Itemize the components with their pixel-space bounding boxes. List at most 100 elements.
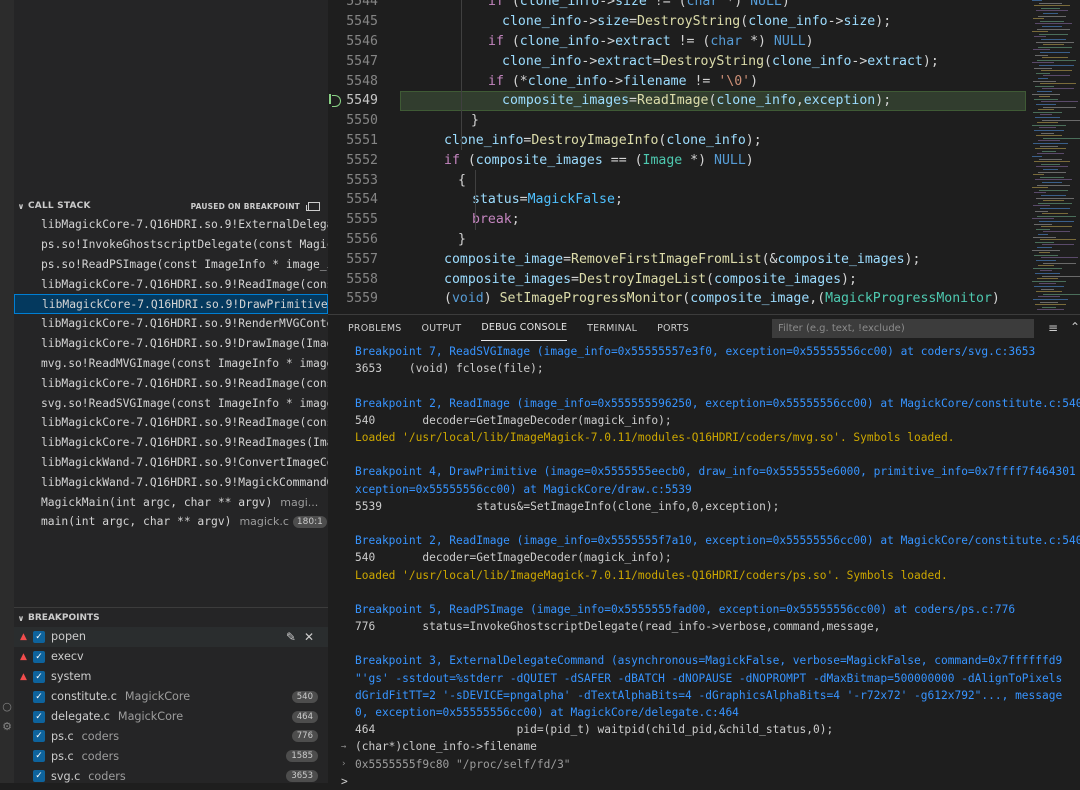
code-line: 5555 break; <box>328 210 1080 230</box>
close-icon[interactable]: ✕ <box>304 630 314 644</box>
breakpoint-item[interactable]: ✓ svg.c coders 3653 <box>14 766 328 786</box>
minimap-line <box>1032 124 1066 126</box>
minimap-line <box>1042 26 1062 27</box>
edit-pencil-icon[interactable]: ✎ <box>286 630 296 644</box>
gear-icon[interactable]: ⚙ <box>0 720 14 740</box>
code-editor[interactable]: 5544 if (clone_info->size != (char *) NUL… <box>328 0 1080 314</box>
console-line: Breakpoint 3, ExternalDelegateCommand (a… <box>355 654 1063 668</box>
breakpoint-checkbox[interactable]: ✓ <box>33 650 45 663</box>
code-line: 5554 status=MagickFalse; <box>328 190 1080 210</box>
console-line: Breakpoint 2, ReadImage (image_info=0x55… <box>355 396 1080 410</box>
tab-output[interactable]: OUTPUT <box>421 315 461 341</box>
breakpoint-item[interactable]: ✓ delegate.c MagickCore 464 <box>14 707 328 727</box>
minimap-line <box>1043 262 1076 264</box>
minimap-line <box>1037 122 1058 124</box>
minimap-line <box>1033 299 1068 300</box>
collapse-all-icon[interactable] <box>306 201 320 211</box>
minimap-line <box>1032 156 1042 157</box>
breakpoint-item[interactable]: ✓ constitute.c MagickCore 540 <box>14 687 328 707</box>
minimap-line <box>1037 247 1052 248</box>
minimap-line <box>1034 98 1058 100</box>
minimap-line <box>1038 265 1054 267</box>
callstack-frame[interactable]: libMagickCore-7.Q16HDRI.so.9!ReadImage(c… <box>14 413 328 433</box>
breakpoint-checkbox[interactable]: ✓ <box>33 630 45 643</box>
breakpoint-item[interactable]: ▲ ✓ system <box>14 667 328 687</box>
breakpoint-item[interactable]: ▲ ✓ popen ✎ ✕ <box>14 627 328 647</box>
callstack-frame[interactable]: svg.so!ReadSVGImage(const ImageInfo * im… <box>14 393 328 413</box>
breakpoint-checkbox[interactable]: ✓ <box>33 770 45 783</box>
tab-debug-console[interactable]: DEBUG CONSOLE <box>481 315 568 341</box>
callstack-frame[interactable]: libMagickCore-7.Q16HDRI.so.9!ReadImages(… <box>14 433 328 453</box>
line-number: 5552 <box>346 152 378 168</box>
breakpoint-checkbox[interactable]: ✓ <box>33 710 45 723</box>
callstack-frame[interactable]: ps.so!InvokeGhostscriptDelegate(const Ma… <box>14 235 328 255</box>
minimap-line <box>1041 288 1054 290</box>
console-line: 5539 status&=SetImageInfo(clone_info,0,e… <box>355 499 780 513</box>
callstack-frame[interactable]: MagickMain(int argc, char ** argv) magi..… <box>14 492 328 512</box>
callstack-frame[interactable]: libMagickWand-7.Q16HDRI.so.9!ConvertImag… <box>14 453 328 473</box>
code-line: 5547 clone_info->extract=DestroyString(cl… <box>328 51 1080 71</box>
breakpoint-checkbox[interactable]: ✓ <box>33 730 45 743</box>
breakpoint-line-badge: 1585 <box>286 750 318 763</box>
line-number: 5553 <box>346 172 378 188</box>
frame-function: libMagickCore-7.Q16HDRI.so.9!ReadImages(… <box>41 436 328 450</box>
console-line: Breakpoint 2, ReadImage (image_info=0x55… <box>355 534 1080 548</box>
minimap-line <box>1037 215 1076 217</box>
callstack-frame[interactable]: main(int argc, char ** argv) magick.c 180:… <box>14 512 328 532</box>
breakpoint-path: MagickCore <box>124 690 191 704</box>
callstack-header[interactable]: ∨ CALL STACK PAUSED ON BREAKPOINT <box>14 197 328 215</box>
minimap-line <box>1043 293 1080 295</box>
minimap[interactable] <box>1030 0 1080 314</box>
minimap-line <box>1039 252 1050 254</box>
circle-icon[interactable]: ○ <box>0 700 14 720</box>
breakpoint-item[interactable]: ✓ ps.c coders 776 <box>14 726 328 746</box>
console-prompt[interactable]: > <box>328 773 1080 790</box>
chevron-up-icon[interactable]: ⌃ <box>1070 320 1080 334</box>
line-number: 5548 <box>346 73 378 89</box>
tab-problems[interactable]: PROBLEMS <box>348 315 401 341</box>
debug-console-output[interactable]: Breakpoint 7, ReadSVGImage (image_info=0… <box>328 343 1080 790</box>
frame-function: main(int argc, char ** argv) <box>41 515 232 529</box>
breakpoint-item[interactable]: ✓ ps.c coders 1585 <box>14 746 328 766</box>
callstack-frame[interactable]: libMagickWand-7.Q16HDRI.so.9!MagickComma… <box>14 472 328 492</box>
minimap-line <box>1040 114 1052 116</box>
breakpoints-header[interactable]: ∨ BREAKPOINTS <box>14 609 328 627</box>
breakpoint-line-badge: 3653 <box>286 770 318 783</box>
line-number: 5556 <box>346 231 378 247</box>
console-line: 464 pid=(pid_t) waitpid(child_pid,&child… <box>355 723 834 737</box>
breakpoint-name: execv <box>51 650 84 664</box>
minimap-line <box>1034 223 1052 225</box>
console-line: 540 decoder=GetImageDecoder(magick_info)… <box>355 413 672 427</box>
callstack-frame[interactable]: mvg.so!ReadMVGImage(const ImageInfo * im… <box>14 354 328 374</box>
frame-file: magick.c <box>239 515 289 529</box>
console-line: 540 decoder=GetImageDecoder(magick_info)… <box>355 551 672 565</box>
minimap-line <box>1042 150 1056 152</box>
tab-terminal[interactable]: TERMINAL <box>587 315 637 341</box>
callstack-frame[interactable]: libMagickCore-7.Q16HDRI.so.9!DrawImage(I… <box>14 334 328 354</box>
console-result: › 0x5555555f9c80 "/proc/self/fd/3" <box>328 756 1080 773</box>
console-filter-input[interactable] <box>772 319 1034 338</box>
callstack-title: CALL STACK <box>28 201 91 211</box>
callstack-frame[interactable]: libMagickCore-7.Q16HDRI.so.9!ReadImage(c… <box>14 373 328 393</box>
callstack-frame[interactable]: libMagickCore-7.Q16HDRI.so.9!RenderMVGCo… <box>14 314 328 334</box>
breakpoint-checkbox[interactable]: ✓ <box>33 690 45 703</box>
console-line: xception=0x55555556cc00) at MagickCore/d… <box>355 482 692 496</box>
minimap-line <box>1042 182 1062 183</box>
callstack-frame[interactable]: ps.so!ReadPSImage(const ImageInfo * imag… <box>14 255 328 275</box>
breakpoint-item[interactable]: ▲ ✓ execv <box>14 647 328 667</box>
minimap-line <box>1035 210 1048 212</box>
callstack-frame[interactable]: libMagickCore-7.Q16HDRI.so.9!ExternalDel… <box>14 215 328 235</box>
callstack-frame[interactable]: libMagickCore-7.Q16HDRI.so.9!ReadImage(c… <box>14 274 328 294</box>
tab-ports[interactable]: PORTS <box>657 315 689 341</box>
console-line: 776 status=InvokeGhostscriptDelegate(rea… <box>355 620 881 634</box>
minimap-line <box>1036 72 1050 74</box>
menu-lines-icon[interactable]: ≡ <box>1048 321 1058 335</box>
breakpoint-checkbox[interactable]: ✓ <box>33 750 45 763</box>
callstack-frame[interactable]: libMagickCore-7.Q16HDRI.so.9!DrawPrimiti… <box>14 294 328 314</box>
console-line: "'gs' -sstdout=%stderr -dQUIET -dSAFER -… <box>355 671 1063 685</box>
frame-function: ps.so!ReadPSImage(const ImageInfo * imag… <box>41 257 328 271</box>
line-number: 5547 <box>346 53 378 69</box>
breakpoint-checkbox[interactable]: ✓ <box>33 670 45 683</box>
minimap-line <box>1032 249 1060 251</box>
